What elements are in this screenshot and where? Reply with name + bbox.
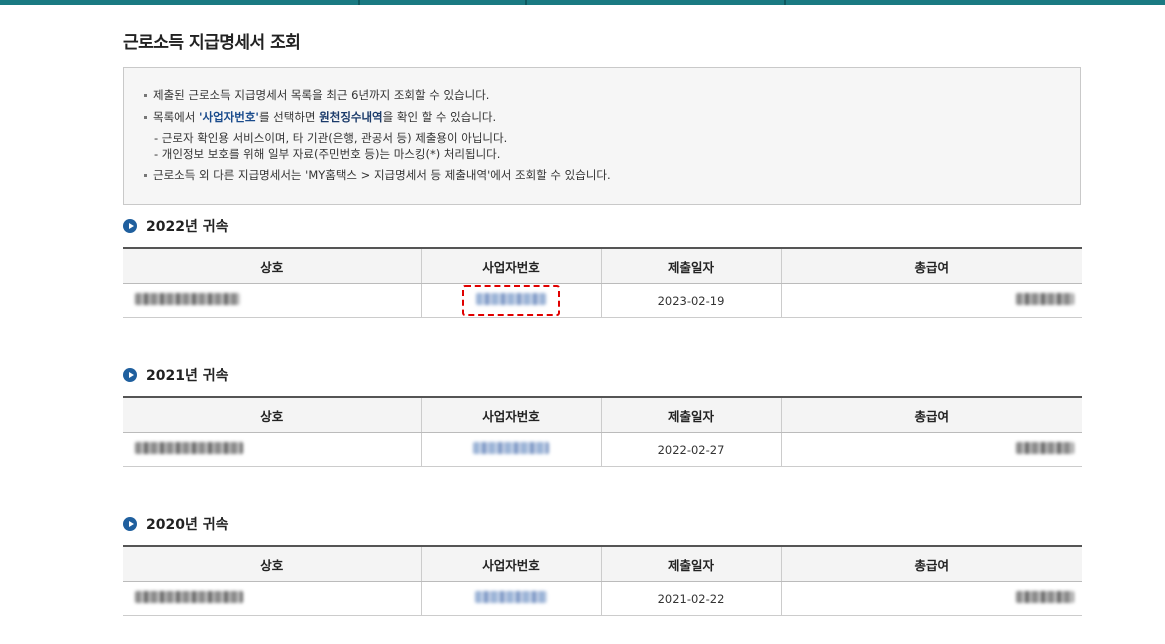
business-number-highlight: '사업자번호' xyxy=(198,110,259,124)
section-title-2020: 2020년 귀속 xyxy=(123,514,228,534)
table-row: 2023-02-19 xyxy=(123,283,1082,318)
column-header-company: 상호 xyxy=(123,396,421,433)
table-header-row: 상호 사업자번호 제출일자 총급여 xyxy=(123,545,1082,582)
table-header-row: 상호 사업자번호 제출일자 총급여 xyxy=(123,247,1082,284)
notice-line: 근로소득 외 다른 지급명세서는 'MY홈택스 > 지급명세서 등 제출내역'에… xyxy=(144,167,611,183)
column-header-business-number: 사업자번호 xyxy=(420,247,601,284)
business-number-link[interactable] xyxy=(420,581,601,616)
table-header-row: 상호 사업자번호 제출일자 총급여 xyxy=(123,396,1082,433)
total-salary-masked xyxy=(780,581,1082,616)
column-header-company: 상호 xyxy=(123,545,421,582)
highlight-box xyxy=(462,285,560,316)
circle-arrow-icon xyxy=(123,219,137,233)
top-bar xyxy=(0,0,1165,5)
circle-arrow-icon xyxy=(123,368,137,382)
notice-line: 목록에서 '사업자번호'를 선택하면 원천징수내역을 확인 할 수 있습니다. xyxy=(144,109,496,125)
column-header-submit-date: 제출일자 xyxy=(600,396,781,433)
bullet-square-icon xyxy=(144,116,147,119)
business-number-link[interactable] xyxy=(420,432,601,467)
statement-table-2021: 상호 사업자번호 제출일자 총급여 2022-02-27 xyxy=(123,396,1082,467)
bullet-square-icon xyxy=(144,174,147,177)
table-row: 2022-02-27 xyxy=(123,432,1082,467)
company-name-masked xyxy=(123,432,421,467)
section-title-2021: 2021년 귀속 xyxy=(123,365,228,385)
bullet-square-icon xyxy=(144,94,147,97)
company-name-masked xyxy=(123,581,421,616)
page-title: 근로소득 지급명세서 조회 xyxy=(123,33,301,53)
table-row: 2021-02-22 xyxy=(123,581,1082,616)
statement-table-2020: 상호 사업자번호 제출일자 총급여 2021-02-22 xyxy=(123,545,1082,616)
column-header-total-salary: 총급여 xyxy=(780,247,1082,284)
withholding-highlight: 원천징수내역 xyxy=(319,110,383,124)
column-header-total-salary: 총급여 xyxy=(780,545,1082,582)
top-bar-divider xyxy=(525,0,527,5)
column-header-submit-date: 제출일자 xyxy=(600,247,781,284)
column-header-company: 상호 xyxy=(123,247,421,284)
company-name-masked xyxy=(123,283,421,318)
submit-date: 2022-02-27 xyxy=(600,432,781,467)
column-header-total-salary: 총급여 xyxy=(780,396,1082,433)
total-salary-masked xyxy=(780,283,1082,318)
total-salary-masked xyxy=(780,432,1082,467)
top-bar-divider xyxy=(358,0,360,5)
statement-table-2022: 상호 사업자번호 제출일자 총급여 2023-02-19 xyxy=(123,247,1082,318)
notice-box: 제출된 근로소득 지급명세서 목록을 최근 6년까지 조회할 수 있습니다. 목… xyxy=(123,67,1081,205)
column-header-business-number: 사업자번호 xyxy=(420,396,601,433)
circle-arrow-icon xyxy=(123,517,137,531)
column-header-business-number: 사업자번호 xyxy=(420,545,601,582)
column-header-submit-date: 제출일자 xyxy=(600,545,781,582)
section-title-2022: 2022년 귀속 xyxy=(123,216,228,236)
notice-subline: - 개인정보 보호를 위해 일부 자료(주민번호 등)는 마스킹(*) 처리됩니… xyxy=(154,147,501,161)
business-number-link[interactable] xyxy=(420,283,601,318)
submit-date: 2021-02-22 xyxy=(600,581,781,616)
top-bar-divider xyxy=(784,0,786,5)
notice-subline: - 근로자 확인용 서비스이며, 타 기관(은행, 관공서 등) 제출용이 아닙… xyxy=(154,131,508,145)
notice-line: 제출된 근로소득 지급명세서 목록을 최근 6년까지 조회할 수 있습니다. xyxy=(144,87,489,103)
submit-date: 2023-02-19 xyxy=(600,283,781,318)
